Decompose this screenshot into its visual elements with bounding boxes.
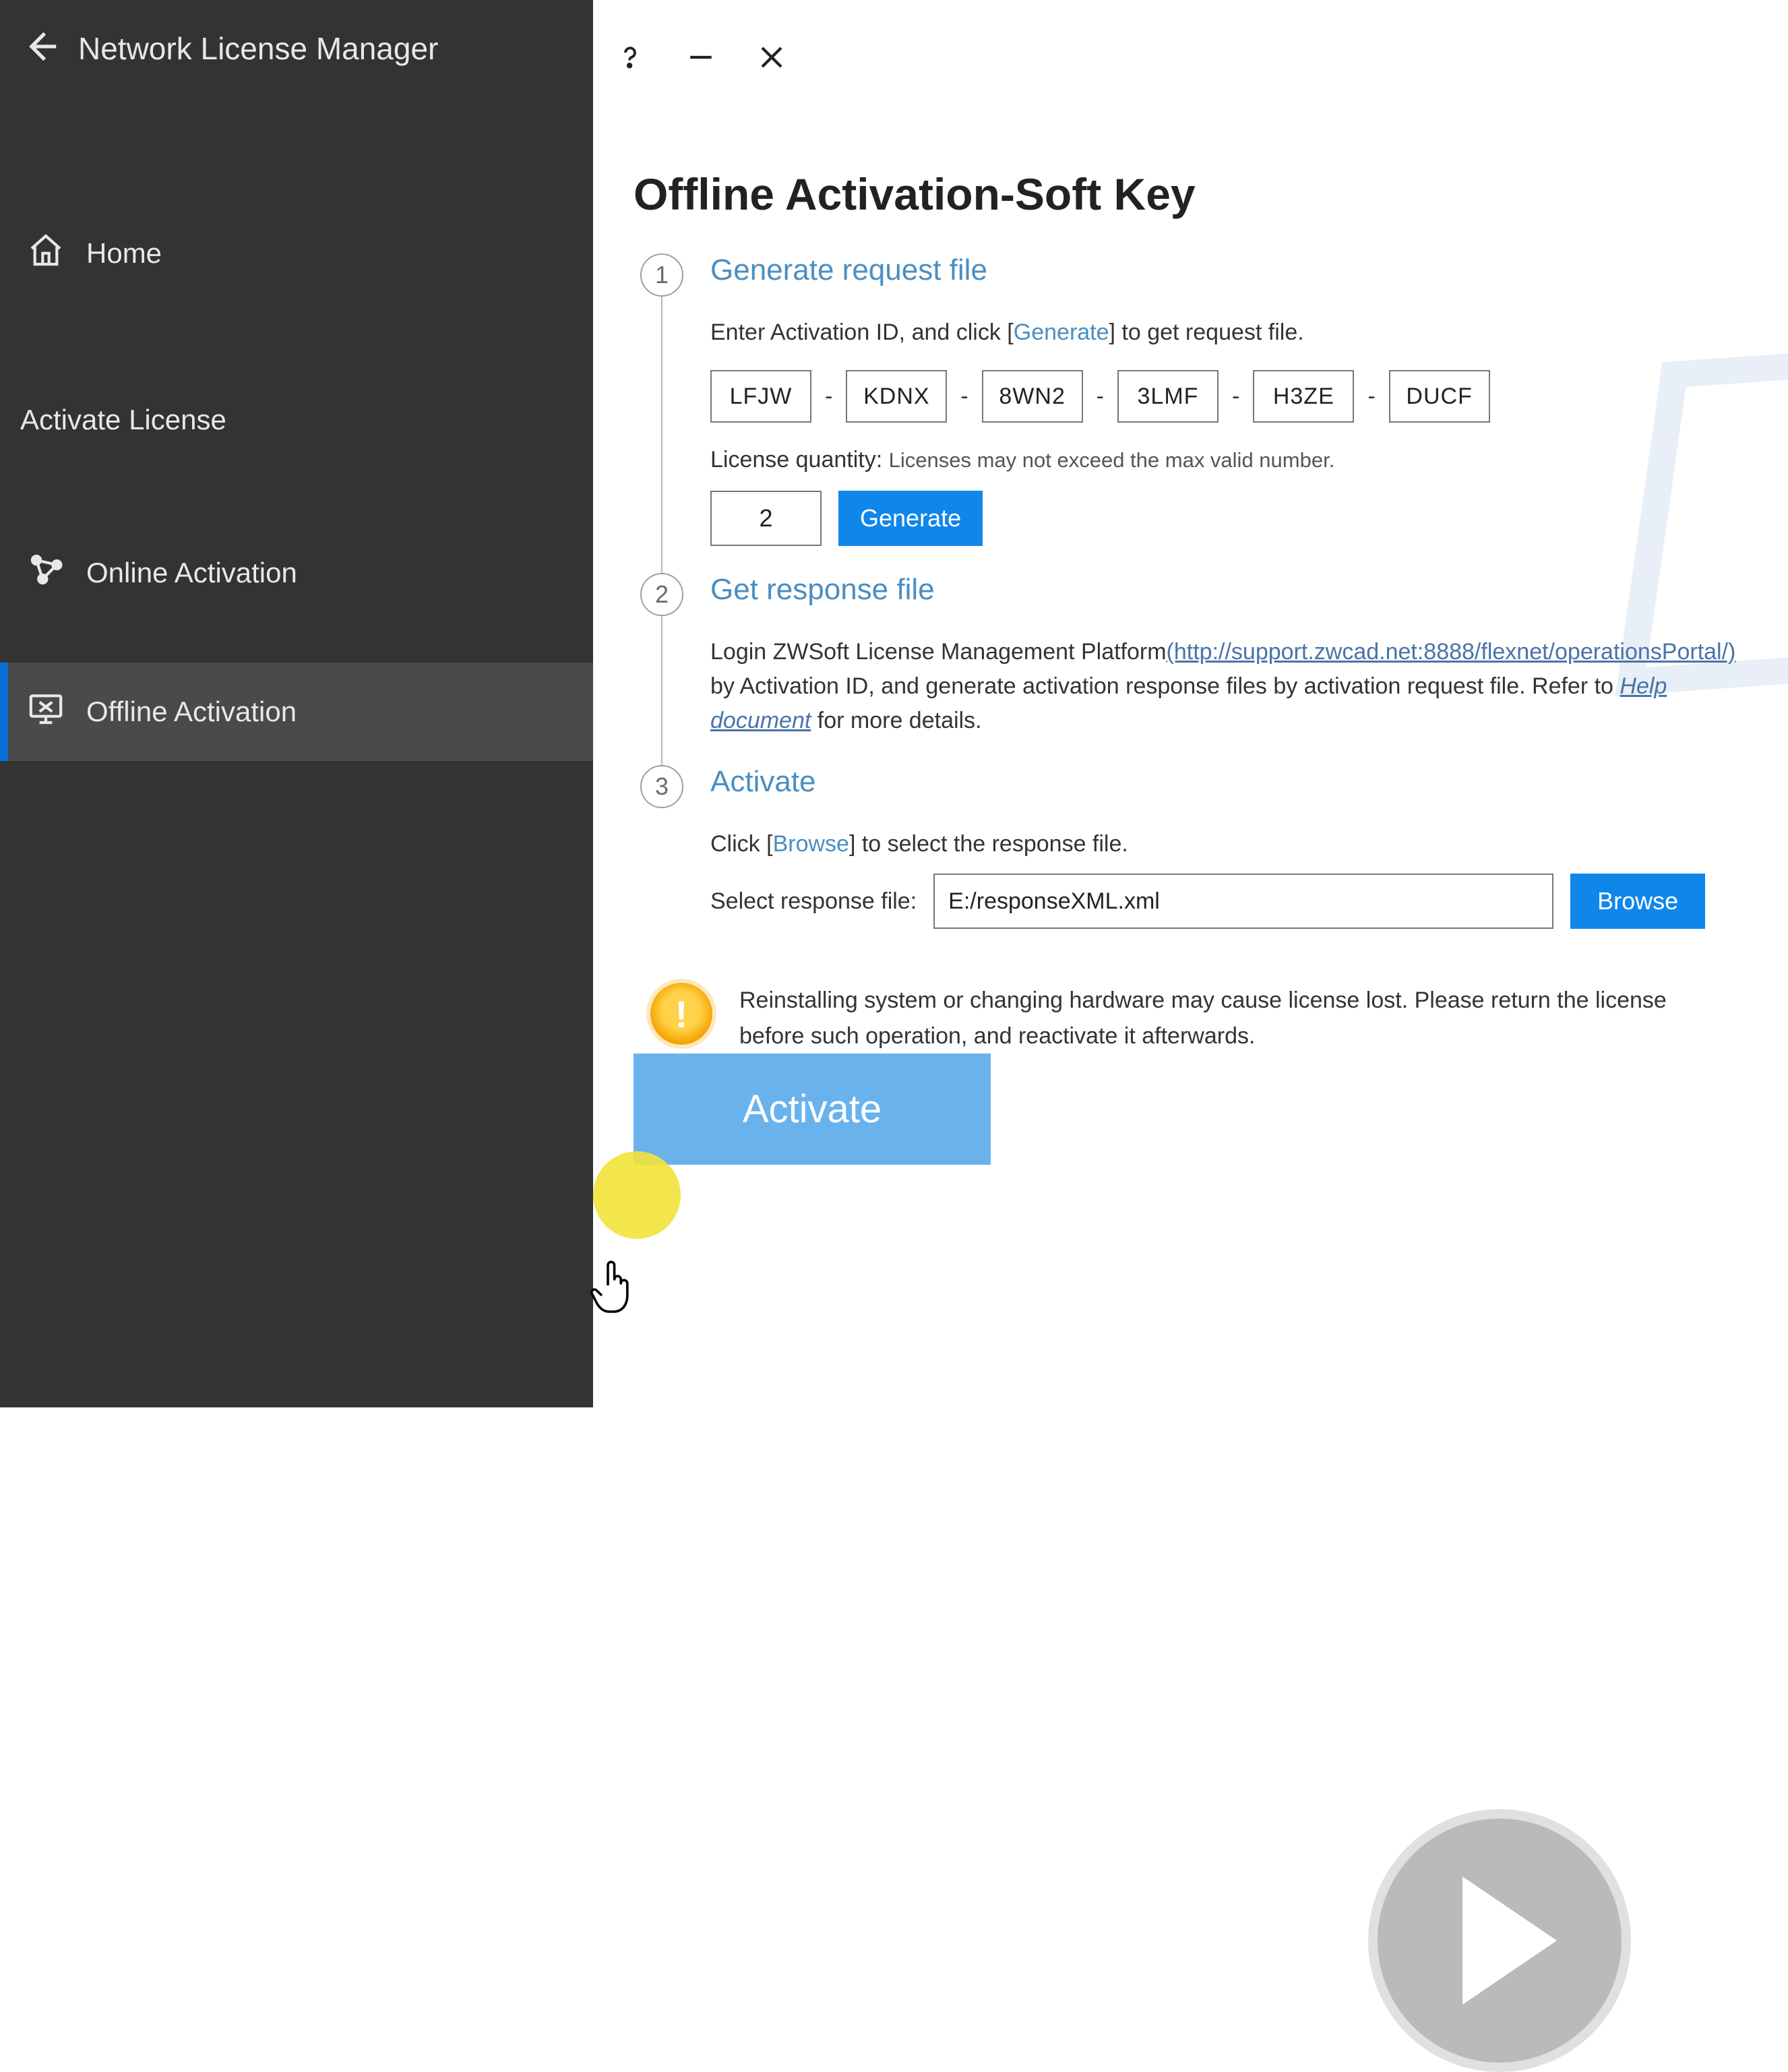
dash: - [825, 379, 832, 414]
step-connector-line [661, 609, 662, 772]
sidebar-item-offline-activation[interactable]: Offline Activation [0, 663, 593, 761]
play-button-overlay[interactable] [1368, 1809, 1631, 2072]
warning-panel: ! Reinstalling system or changing hardwa… [650, 983, 1768, 1054]
warning-text: Reinstalling system or changing hardware… [739, 983, 1717, 1054]
step-3-instruction-pre: Click [ [710, 831, 773, 857]
sidebar-item-label: Home [86, 237, 162, 270]
generate-inline-link: Generate [1014, 319, 1109, 345]
step-number-2: 2 [640, 573, 683, 616]
activation-id-part-2[interactable] [846, 370, 947, 423]
step-2-header: 2 Get response file [640, 573, 1768, 616]
page-title: Offline Activation-Soft Key [634, 169, 1768, 220]
step-2-body: Login ZWSoft License Management Platform… [710, 616, 1748, 765]
activation-id-row: - - - - - [710, 370, 1490, 423]
activation-id-part-1[interactable] [710, 370, 811, 423]
help-icon[interactable] [613, 40, 647, 74]
step-number-3: 3 [640, 765, 683, 808]
license-quantity-label: License quantity: [710, 447, 882, 473]
step-1-body: Enter Activation ID, and click [Generate… [710, 297, 1490, 573]
monitor-offline-icon [27, 690, 65, 734]
warning-icon: ! [650, 983, 712, 1045]
sidebar: Network License Manager Home Activate Li… [0, 0, 593, 1407]
network-icon [27, 551, 65, 595]
step-1-instruction-pre: Enter Activation ID, and click [ [710, 319, 1014, 345]
cursor-highlight [593, 1151, 681, 1239]
license-quantity-hint: Licenses may not exceed the max valid nu… [889, 448, 1335, 472]
activation-id-part-3[interactable] [982, 370, 1083, 423]
minimize-icon[interactable] [684, 40, 718, 74]
step-3-header: 3 Activate [640, 765, 1768, 808]
step-3-instruction-post: ] to select the response file. [849, 831, 1128, 857]
dash: - [960, 379, 968, 414]
activation-id-part-4[interactable] [1117, 370, 1219, 423]
step-2-text-c: for more details. [811, 708, 981, 733]
step-1-title: Generate request file [710, 253, 987, 287]
sidebar-item-online-activation[interactable]: Online Activation [0, 524, 593, 622]
sidebar-section-activate[interactable]: Activate License [0, 377, 593, 463]
sidebar-section-label: Activate License [20, 404, 226, 436]
main-content: Offline Activation-Soft Key 1 Generate r… [593, 0, 1788, 1407]
browse-button[interactable]: Browse [1570, 874, 1705, 929]
step-3-body: Click [Browse] to select the response fi… [710, 808, 1705, 956]
response-file-input[interactable] [933, 874, 1553, 929]
play-icon [1462, 1877, 1557, 2005]
sidebar-item-home[interactable]: Home [0, 204, 593, 303]
generate-button[interactable]: Generate [838, 491, 983, 546]
platform-url-link[interactable]: (http://support.zwcad.net:8888/flexnet/o… [1167, 639, 1736, 665]
step-3-title: Activate [710, 765, 816, 799]
window-controls [613, 40, 1748, 74]
sidebar-item-label: Offline Activation [86, 696, 297, 728]
license-quantity-input[interactable] [710, 491, 822, 546]
app-window: Network License Manager Home Activate Li… [0, 0, 1788, 1407]
step-2-title: Get response file [710, 573, 935, 607]
close-icon[interactable] [755, 40, 789, 74]
back-arrow-icon[interactable] [20, 27, 59, 69]
activation-id-part-5[interactable] [1253, 370, 1354, 423]
step-number-1: 1 [640, 253, 683, 297]
sidebar-header: Network License Manager [0, 0, 593, 103]
window-title: Network License Manager [78, 30, 438, 67]
pointer-cursor-icon [590, 1259, 1724, 1331]
dash: - [1367, 379, 1375, 414]
activate-button[interactable]: Activate [634, 1054, 991, 1165]
step-1-header: 1 Generate request file [640, 253, 1768, 297]
browse-inline-link: Browse [773, 831, 849, 857]
step-1-instruction-post: ] to get request file. [1109, 319, 1304, 345]
response-file-label: Select response file: [710, 884, 917, 919]
home-icon [27, 231, 65, 276]
dash: - [1232, 379, 1239, 414]
activation-id-part-6[interactable] [1389, 370, 1490, 423]
sidebar-item-label: Online Activation [86, 557, 297, 589]
dash: - [1097, 379, 1104, 414]
step-2-text-a: Login ZWSoft License Management Platform [710, 639, 1167, 665]
step-2-text-b: by Activation ID, and generate activatio… [710, 673, 1620, 699]
step-connector-line [661, 290, 662, 580]
